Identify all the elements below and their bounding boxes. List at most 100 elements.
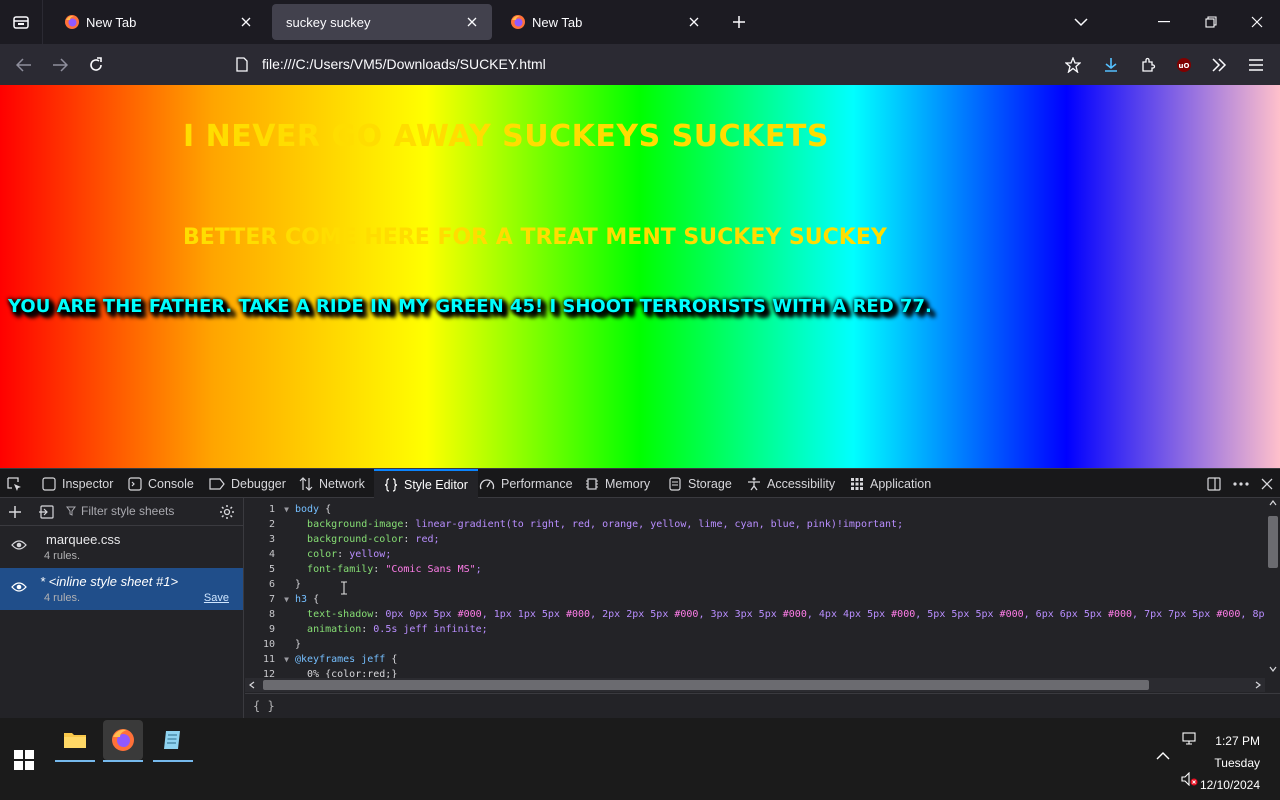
- stylesheet-item-marquee[interactable]: marquee.css 4 rules.: [0, 526, 243, 568]
- page-heading-3: YOU ARE THE FATHER. TAKE A RIDE IN MY GR…: [8, 296, 932, 317]
- close-icon: [241, 17, 251, 27]
- code-line: text-shadow: 0px 0px 5px #000, 1px 1px 5…: [307, 609, 1264, 620]
- pretty-print-button[interactable]: { }: [253, 699, 275, 713]
- tab-console[interactable]: Console: [128, 469, 194, 498]
- tab-inspector[interactable]: Inspector: [42, 469, 113, 498]
- vertical-scrollbar[interactable]: [1266, 498, 1280, 678]
- tab-accessibility[interactable]: Accessibility: [747, 469, 835, 498]
- tab-title: New Tab: [532, 14, 583, 30]
- folder-icon: [64, 733, 86, 748]
- vertical-scroll-thumb[interactable]: [1268, 516, 1278, 568]
- tab-title: suckey suckey: [286, 14, 371, 30]
- downloads-button[interactable]: [1097, 51, 1125, 79]
- clock-time: 1:27 PM: [1215, 734, 1260, 748]
- tab-new-tab-1[interactable]: New Tab: [50, 4, 266, 40]
- double-chevron-icon: [1212, 58, 1227, 72]
- scroll-down-icon: [1269, 666, 1277, 672]
- tab-title: New Tab: [86, 14, 137, 30]
- stylesheet-name: * <inline style sheet #1>: [40, 574, 179, 589]
- taskbar-firefox[interactable]: [103, 720, 143, 762]
- horizontal-scroll-thumb[interactable]: [263, 680, 1149, 690]
- url-text[interactable]: file:///C:/Users/VM5/Downloads/SUCKEY.ht…: [262, 56, 546, 72]
- close-devtools-button[interactable]: [1257, 474, 1277, 494]
- url-bar[interactable]: file:///C:/Users/VM5/Downloads/SUCKEY.ht…: [228, 49, 1096, 79]
- tab-new-tab-2[interactable]: New Tab: [496, 4, 714, 40]
- code-line: animation: 0.5s jeff infinite;: [307, 624, 488, 635]
- extensions-button[interactable]: [1134, 51, 1162, 79]
- system-clock[interactable]: 1:27 PM Tuesday 12/10/2024: [1200, 730, 1260, 796]
- code-lines[interactable]: body { background-image: linear-gradient…: [295, 502, 1264, 689]
- overflow-menu-button[interactable]: [1205, 51, 1233, 79]
- tab-label: Storage: [688, 476, 732, 491]
- debugger-icon: [209, 477, 225, 490]
- volume-muted-icon[interactable]: [1181, 772, 1199, 786]
- taskbar-notepad[interactable]: [153, 720, 193, 762]
- network-icon[interactable]: [1182, 732, 1198, 746]
- add-stylesheet-icon[interactable]: [8, 505, 22, 519]
- horizontal-scrollbar[interactable]: [245, 678, 1265, 692]
- chevron-up-icon[interactable]: [1156, 751, 1170, 761]
- tab-label: Performance: [501, 476, 573, 491]
- style-editor-code[interactable]: 1▼ 2 3 4 5 6 7▼ 8 9 10 11▼ 12 13 body { …: [245, 498, 1280, 689]
- gauge-icon: [479, 477, 495, 491]
- tab-strip: New Tab suckey suckey New Tab: [0, 0, 1280, 44]
- restore-button[interactable]: [1198, 10, 1224, 34]
- page-heading-2: BETTER COME HERE FOR A TREAT MENT SUCKEY…: [183, 225, 887, 250]
- tab-close-button[interactable]: [462, 12, 482, 32]
- devtools-menu-button[interactable]: [1231, 474, 1251, 494]
- dock-side-button[interactable]: [1204, 474, 1224, 494]
- minimize-button[interactable]: [1151, 10, 1177, 34]
- tab-debugger[interactable]: Debugger: [209, 469, 286, 498]
- taskbar-file-explorer[interactable]: [55, 720, 95, 762]
- tab-overview-button[interactable]: [8, 10, 34, 34]
- tab-close-button[interactable]: [684, 12, 704, 32]
- forward-button[interactable]: [46, 51, 74, 79]
- tab-overview-icon: [13, 16, 29, 29]
- stylesheets-sidebar: Filter style sheets marquee.css 4 rules.…: [0, 498, 244, 719]
- line-number: 5: [268, 564, 275, 575]
- tab-application[interactable]: Application: [850, 469, 931, 498]
- element-picker-button[interactable]: [6, 469, 30, 498]
- tab-performance[interactable]: Performance: [479, 469, 573, 498]
- filter-icon: [66, 506, 76, 516]
- back-button[interactable]: [10, 51, 38, 79]
- close-icon: [689, 17, 699, 27]
- line-number: 10: [262, 639, 275, 650]
- storage-icon: [668, 476, 682, 491]
- tab-style-editor[interactable]: Style Editor: [374, 469, 478, 498]
- save-stylesheet-link[interactable]: Save: [204, 592, 229, 604]
- eye-icon[interactable]: [11, 581, 27, 593]
- tab-storage[interactable]: Storage: [668, 469, 732, 498]
- windows-start-icon[interactable]: [14, 750, 34, 770]
- tab-suckey[interactable]: suckey suckey: [272, 4, 492, 40]
- close-window-button[interactable]: [1244, 10, 1270, 34]
- clock-date: 12/10/2024: [1199, 778, 1260, 792]
- line-number: 2: [268, 519, 275, 530]
- eye-icon[interactable]: [11, 539, 27, 551]
- new-tab-button[interactable]: [726, 10, 752, 34]
- gear-icon[interactable]: [219, 504, 235, 520]
- fold-arrow-icon: ▼: [284, 655, 289, 664]
- picker-icon: [7, 476, 21, 491]
- tab-label: Accessibility: [767, 476, 836, 491]
- filter-stylesheets-input[interactable]: Filter style sheets: [66, 504, 174, 518]
- code-line: color: yellow;: [307, 549, 392, 560]
- bookmark-button[interactable]: [1059, 51, 1087, 79]
- stylesheet-item-inline[interactable]: * <inline style sheet #1> 4 rules. Save: [0, 568, 243, 610]
- tab-memory[interactable]: Memory: [585, 469, 650, 498]
- tab-close-button[interactable]: [236, 12, 256, 32]
- tab-network[interactable]: Network: [299, 469, 365, 498]
- code-line: @keyframes jeff {: [295, 654, 398, 665]
- ublock-origin-button[interactable]: uO: [1170, 51, 1198, 79]
- list-all-tabs-button[interactable]: [1068, 10, 1094, 34]
- reload-button[interactable]: [82, 51, 110, 79]
- code-line: font-family: "Comic Sans MS";: [307, 564, 482, 575]
- text-cursor-icon: [341, 581, 347, 595]
- import-stylesheet-icon[interactable]: [38, 504, 54, 519]
- firefox-icon: [511, 15, 525, 29]
- tab-label: Memory: [605, 476, 651, 491]
- code-line: }: [295, 579, 302, 590]
- tab-label: Console: [148, 476, 194, 491]
- notepad-icon: [164, 731, 180, 749]
- app-menu-button[interactable]: [1242, 51, 1270, 79]
